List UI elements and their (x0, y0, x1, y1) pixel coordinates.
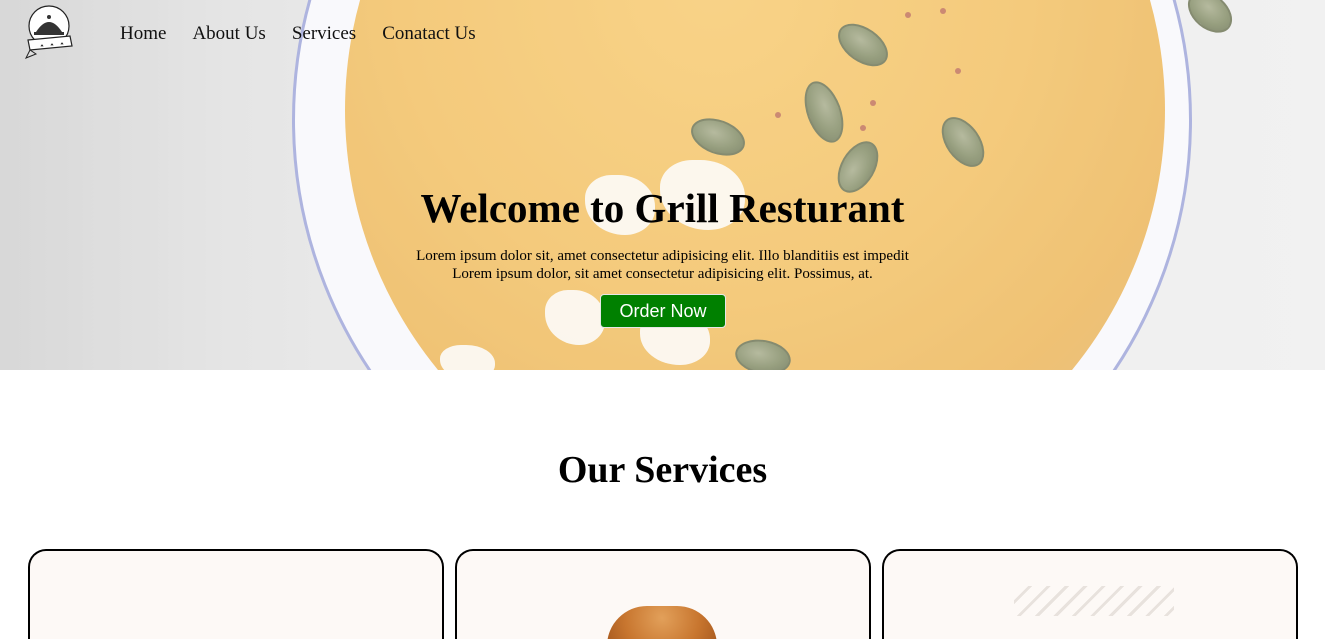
hero-description-line: Lorem ipsum dolor sit, amet consectetur … (416, 248, 909, 264)
grill-logo[interactable] (22, 4, 76, 62)
nav-home-link[interactable]: Home (120, 23, 166, 45)
nav-services-link[interactable]: Services (292, 23, 356, 45)
order-now-button[interactable]: Order Now (600, 294, 726, 328)
main-navigation: Home About Us Services Conatact Us (120, 23, 476, 45)
nav-contact-link[interactable]: Conatact Us (382, 23, 475, 45)
burger-image (607, 606, 717, 639)
service-card[interactable] (455, 549, 871, 639)
nav-about-link[interactable]: About Us (192, 23, 265, 45)
service-card[interactable] (882, 549, 1298, 639)
decorative-pattern (1014, 586, 1174, 616)
services-title: Our Services (557, 449, 768, 491)
hero-description: Lorem ipsum dolor sit, amet consectetur … (0, 247, 1325, 283)
service-card[interactable] (28, 549, 444, 639)
hero-title: Welcome to Grill Resturant (420, 185, 905, 231)
hero-description-line: Lorem ipsum dolor, sit amet consectetur … (452, 266, 873, 282)
